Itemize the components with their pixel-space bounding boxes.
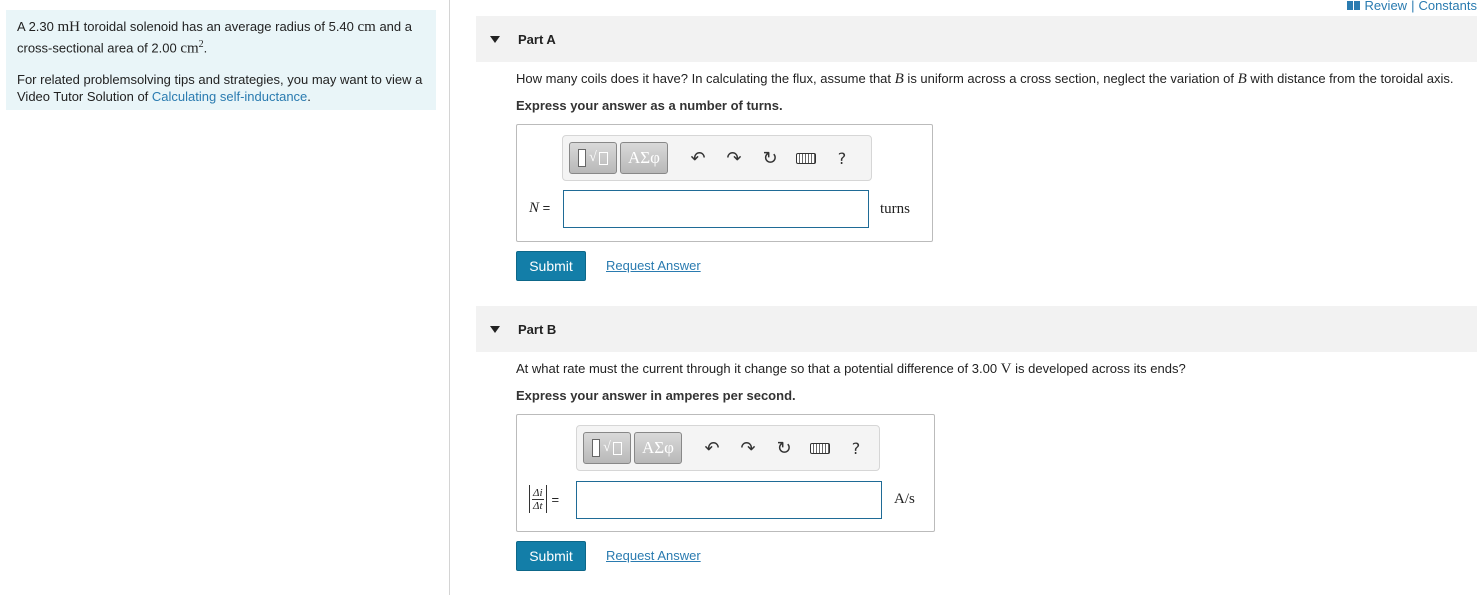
keyboard-button[interactable]	[802, 432, 838, 464]
unit-label: turns	[880, 201, 910, 217]
variable-n: N	[529, 200, 540, 216]
box-icon	[598, 151, 608, 165]
unit-mh: mH	[57, 19, 80, 35]
variable-label: N =	[529, 200, 550, 217]
keyboard-icon	[796, 152, 816, 164]
unit-label: A/s	[894, 491, 915, 507]
answer-input-n[interactable]	[563, 190, 869, 228]
separator: |	[1411, 0, 1415, 13]
help-icon[interactable]: ?	[824, 142, 860, 174]
redo-icon[interactable]: ↷	[716, 142, 752, 174]
reset-icon[interactable]: ↻	[766, 432, 802, 464]
problem-statement: A 2.30 mH toroidal solenoid has an avera…	[6, 10, 436, 110]
variable-b: B	[894, 71, 904, 87]
abs-bar	[529, 485, 530, 513]
redo-icon[interactable]: ↷	[730, 432, 766, 464]
part-a-header[interactable]: Part A	[476, 16, 1477, 62]
left-panel: A 2.30 mH toroidal solenoid has an avera…	[0, 0, 450, 595]
problem-text-part: toroidal solenoid has an average radius …	[79, 19, 358, 34]
fraction-numerator: Δi	[532, 486, 544, 500]
request-answer-link[interactable]: Request Answer	[606, 258, 701, 273]
question-text: with distance from the toroidal axis.	[1246, 71, 1454, 86]
part-b-question: At what rate must the current through it…	[516, 361, 1186, 378]
undo-icon[interactable]: ↶	[694, 432, 730, 464]
template-block-icon	[578, 149, 587, 167]
help-icon[interactable]: ?	[838, 432, 874, 464]
tips-text-part: .	[307, 89, 311, 105]
abs-bar	[545, 485, 547, 513]
problem-text-part: A 2.30	[17, 19, 58, 34]
greek-symbols-button[interactable]: ΑΣφ	[634, 432, 682, 464]
box-icon	[612, 441, 622, 455]
math-toolbar: √ ΑΣφ ↶ ↷ ↻ ?	[562, 135, 872, 181]
unit-cm: cm	[357, 19, 376, 35]
constants-link[interactable]: Constants	[1418, 0, 1477, 13]
equals-sign: =	[551, 491, 560, 507]
part-b-title: Part B	[518, 321, 557, 337]
part-b-answer-box: √ ΑΣφ ↶ ↷ ↻ ? Δi Δt = A/s	[516, 414, 935, 532]
part-a-question: How many coils does it have? In calculat…	[516, 71, 1453, 88]
greek-symbols-button[interactable]: ΑΣφ	[620, 142, 668, 174]
equals-sign: =	[539, 200, 551, 215]
keyboard-button[interactable]	[788, 142, 824, 174]
fraction-denominator: Δt	[533, 499, 543, 512]
question-text: is uniform across a cross section, negle…	[903, 71, 1238, 86]
fraction-label: Δi Δt	[532, 487, 544, 512]
tips-text: For related problemsolving tips and stra…	[17, 71, 426, 105]
question-text: is developed across its ends?	[1011, 361, 1186, 376]
review-constants-bar: Review | Constants	[1347, 0, 1477, 13]
reset-icon[interactable]: ↻	[752, 142, 788, 174]
variable-b: B	[1237, 71, 1247, 87]
undo-icon[interactable]: ↶	[680, 142, 716, 174]
part-b-instruction: Express your answer in amperes per secon…	[516, 388, 796, 403]
unit-v: V	[1000, 361, 1012, 377]
math-toolbar: √ ΑΣφ ↶ ↷ ↻ ?	[576, 425, 880, 471]
templates-button[interactable]: √	[583, 432, 631, 464]
book-icon	[1347, 1, 1361, 10]
question-text: At what rate must the current through it…	[516, 361, 1001, 376]
unit-cm2: cm	[180, 40, 199, 57]
video-tutor-link[interactable]: Calculating self-inductance	[152, 89, 307, 104]
answer-input-rate[interactable]	[576, 481, 882, 519]
fraction-root-icon: √	[589, 150, 597, 165]
collapse-caret-icon[interactable]	[490, 325, 500, 333]
rate-label: Δi Δt =	[527, 485, 559, 513]
fraction-root-icon: √	[603, 440, 611, 455]
part-a-title: Part A	[518, 31, 556, 47]
review-link[interactable]: Review	[1364, 0, 1407, 13]
template-block-icon	[592, 439, 601, 457]
part-b-header[interactable]: Part B	[476, 306, 1477, 352]
part-a-instruction: Express your answer as a number of turns…	[516, 98, 783, 113]
problem-text-part: .	[203, 40, 208, 56]
request-answer-link[interactable]: Request Answer	[606, 548, 701, 563]
problem-text: A 2.30 mH toroidal solenoid has an avera…	[17, 18, 426, 57]
question-text: How many coils does it have? In calculat…	[516, 71, 895, 86]
part-a-answer-box: √ ΑΣφ ↶ ↷ ↻ ? N = turns	[516, 124, 933, 242]
templates-button[interactable]: √	[569, 142, 617, 174]
collapse-caret-icon[interactable]	[490, 35, 500, 43]
submit-button[interactable]: Submit	[516, 251, 586, 281]
keyboard-icon	[810, 442, 830, 454]
submit-button[interactable]: Submit	[516, 541, 586, 571]
